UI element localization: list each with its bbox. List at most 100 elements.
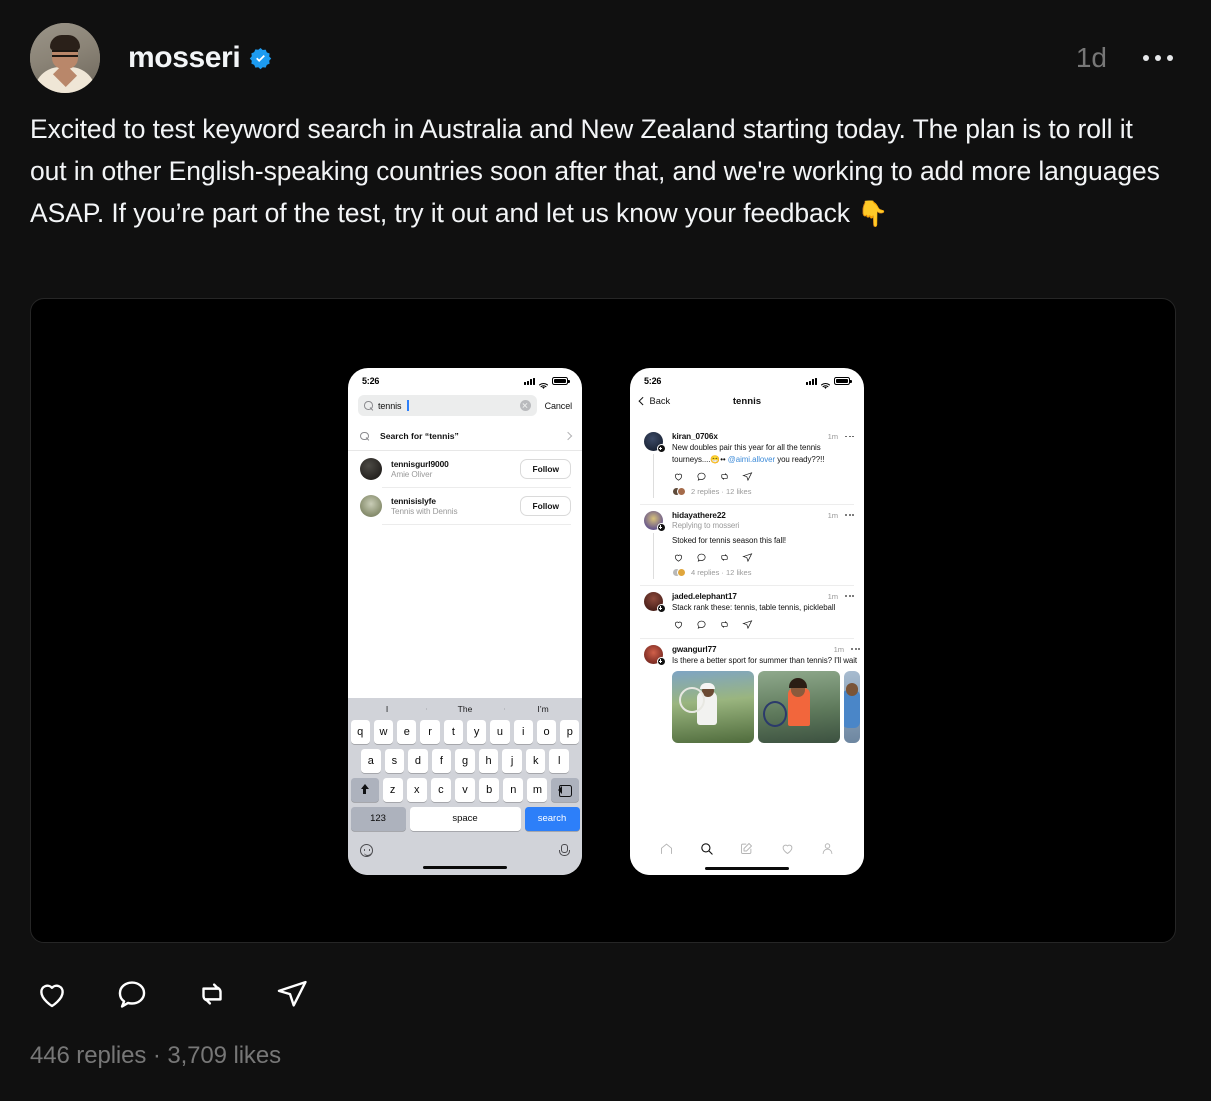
key-t[interactable]: t — [443, 719, 463, 744]
like-button[interactable] — [673, 619, 684, 630]
repost-button[interactable] — [719, 552, 730, 563]
reply-button[interactable] — [696, 552, 707, 563]
thread-item[interactable]: hidayathere22 1m Replying to mosseri Sto… — [630, 505, 864, 579]
thread-text-content: Is there a better sport for summer than … — [672, 655, 858, 665]
like-button[interactable] — [673, 552, 684, 563]
thread-username[interactable]: gwangurl77 — [672, 645, 717, 654]
cancel-button[interactable]: Cancel — [545, 401, 573, 411]
key-h[interactable]: h — [478, 748, 499, 773]
key-c[interactable]: c — [430, 777, 451, 802]
thread-image[interactable] — [672, 671, 754, 743]
follow-button[interactable]: Follow — [520, 459, 571, 479]
key-e[interactable]: e — [397, 719, 417, 744]
tab-home[interactable] — [659, 841, 674, 861]
like-button[interactable] — [30, 972, 74, 1016]
clear-icon[interactable] — [519, 400, 531, 411]
more-options-icon[interactable] — [1143, 55, 1173, 61]
search-submit-key[interactable]: search — [524, 806, 580, 831]
reply-button[interactable] — [696, 471, 707, 482]
prediction-chip[interactable]: I — [348, 704, 426, 714]
space-key[interactable]: space — [409, 806, 521, 831]
shift-icon — [359, 784, 370, 795]
key-i[interactable]: i — [513, 719, 533, 744]
tab-activity[interactable] — [780, 841, 795, 861]
repost-button[interactable] — [719, 471, 730, 482]
key-w[interactable]: w — [373, 719, 394, 744]
phone-mockup-results: 5:26 Back tennis kiran_0706x 1m New doub… — [630, 368, 864, 875]
tab-search[interactable] — [699, 841, 714, 861]
reply-button[interactable] — [110, 972, 154, 1016]
key-z[interactable]: z — [382, 777, 403, 802]
thread-username[interactable]: jaded.elephant17 — [672, 592, 737, 601]
key-x[interactable]: x — [406, 777, 427, 802]
key-p[interactable]: p — [560, 719, 580, 744]
tab-profile[interactable] — [820, 841, 835, 861]
more-options-icon[interactable] — [845, 595, 854, 597]
key-s[interactable]: s — [384, 748, 405, 773]
key-l[interactable]: l — [549, 748, 570, 773]
key-a[interactable]: a — [360, 748, 381, 773]
avatar[interactable] — [643, 644, 666, 666]
key-k[interactable]: k — [525, 748, 546, 773]
key-b[interactable]: b — [479, 777, 500, 802]
tab-compose[interactable] — [739, 841, 754, 861]
follow-button[interactable]: Follow — [520, 495, 571, 516]
thread-image-carousel[interactable] — [672, 671, 860, 743]
key-g[interactable]: g — [455, 748, 475, 773]
more-options-icon[interactable] — [845, 435, 854, 438]
avatar[interactable] — [643, 591, 666, 613]
share-button[interactable] — [742, 552, 753, 563]
thread-actions — [672, 471, 854, 482]
prediction-chip[interactable]: I’m — [504, 704, 582, 714]
share-button[interactable] — [270, 972, 314, 1016]
avatar[interactable] — [643, 510, 666, 532]
more-options-icon[interactable] — [845, 514, 854, 516]
search-suggestion-row[interactable]: Search for “tennis” — [348, 423, 582, 451]
thread-footer[interactable]: 4 replies · 12 likes — [672, 568, 854, 577]
thread-image[interactable] — [844, 671, 860, 743]
key-y[interactable]: y — [467, 719, 487, 744]
thread-image[interactable] — [758, 671, 840, 743]
microphone-icon[interactable] — [557, 843, 570, 858]
key-o[interactable]: o — [536, 719, 557, 744]
numbers-key[interactable]: 123 — [350, 806, 406, 831]
key-j[interactable]: j — [502, 748, 522, 773]
repost-button[interactable] — [719, 619, 730, 630]
repost-button[interactable] — [190, 972, 234, 1016]
more-options-icon[interactable] — [851, 648, 860, 650]
key-m[interactable]: m — [527, 777, 548, 802]
thread-item[interactable]: jaded.elephant17 1m Stack rank these: te… — [630, 586, 864, 633]
reply-button[interactable] — [696, 619, 707, 630]
key-d[interactable]: d — [408, 748, 428, 773]
delete-key[interactable] — [551, 777, 580, 802]
key-v[interactable]: v — [454, 777, 476, 802]
results-feed[interactable]: kiran_0706x 1m New doubles pair this yea… — [630, 426, 864, 835]
post-stats[interactable]: 446 replies · 3,709 likes — [30, 1042, 281, 1070]
share-button[interactable] — [742, 619, 753, 630]
key-f[interactable]: f — [431, 748, 452, 773]
avatar[interactable] — [30, 23, 100, 93]
avatar[interactable] — [643, 432, 666, 453]
shift-key[interactable] — [350, 777, 379, 802]
search-result-row[interactable]: tennisgurl9000 Amie Oliver Follow — [348, 451, 582, 487]
search-input[interactable]: tennis — [358, 395, 537, 416]
mention-link[interactable]: @aimi.allover — [728, 455, 775, 464]
prediction-chip[interactable]: The — [426, 704, 504, 714]
like-button[interactable] — [673, 471, 684, 482]
key-n[interactable]: n — [503, 777, 524, 802]
status-time: 5:26 — [362, 376, 380, 386]
username[interactable]: mosseri — [128, 41, 241, 75]
key-u[interactable]: u — [490, 719, 510, 744]
thread-item[interactable]: gwangurl77 1m Is there a better sport fo… — [630, 639, 864, 746]
search-result-row[interactable]: tennisislyfe Tennis with Dennis Follow — [348, 488, 582, 524]
thread-username[interactable]: hidayathere22 — [672, 511, 726, 520]
thread-footer[interactable]: 2 replies · 12 likes — [672, 487, 854, 496]
key-q[interactable]: q — [350, 719, 370, 744]
thread-item[interactable]: kiran_0706x 1m New doubles pair this yea… — [630, 426, 864, 498]
thread-username[interactable]: kiran_0706x — [672, 432, 718, 441]
post-media-card[interactable]: 5:26 tennis Cancel Search for “tennis” t… — [30, 298, 1176, 943]
emoji-icon[interactable] — [360, 844, 373, 858]
share-button[interactable] — [742, 471, 753, 482]
key-r[interactable]: r — [420, 719, 440, 744]
back-button[interactable]: Back — [638, 396, 670, 406]
